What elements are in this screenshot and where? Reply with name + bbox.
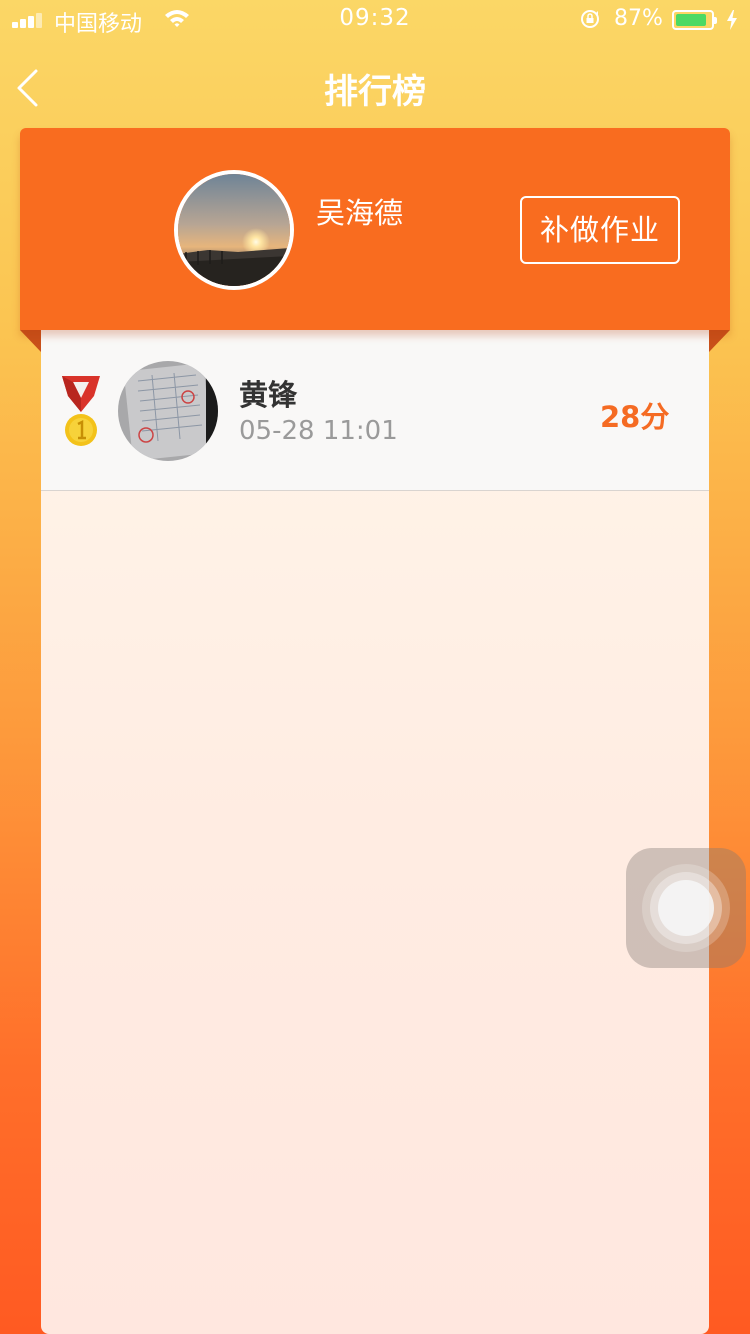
- user-name: 吴海德: [316, 196, 404, 230]
- charging-bolt-icon: [727, 10, 737, 30]
- rank-name: 黄锋: [239, 378, 298, 412]
- user-header-card: 吴海德 补做作业: [20, 128, 730, 330]
- ranking-row[interactable]: 黄锋 05-28 11:01 28分: [41, 330, 709, 491]
- rank-score: 28分: [600, 400, 670, 434]
- gold-medal-icon: [62, 376, 100, 446]
- battery-icon: [672, 10, 717, 30]
- document-photo-avatar: [118, 361, 218, 461]
- user-avatar[interactable]: [174, 170, 294, 290]
- makeup-homework-button[interactable]: 补做作业: [520, 196, 680, 264]
- orientation-lock-icon: [581, 10, 599, 28]
- ribbon-fold-left: [20, 330, 41, 352]
- rank-time: 05-28 11:01: [239, 416, 398, 446]
- sunset-photo-avatar: [178, 174, 290, 286]
- ribbon-fold-right: [709, 330, 730, 352]
- rank-avatar[interactable]: [118, 361, 218, 461]
- battery-percent: 87%: [614, 6, 663, 31]
- assistive-touch-icon[interactable]: [626, 848, 746, 968]
- status-bar: 中国移动 09:32 87%: [0, 0, 750, 40]
- nav-bar: 排行榜: [0, 44, 750, 132]
- ranking-list: 黄锋 05-28 11:01 28分: [41, 330, 709, 1334]
- page-title: 排行榜: [324, 72, 426, 112]
